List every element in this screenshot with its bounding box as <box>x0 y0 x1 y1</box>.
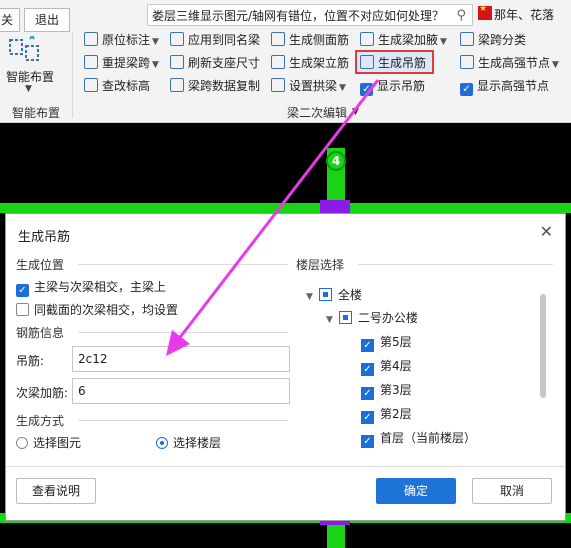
tree-item-building[interactable]: ▼ 二号办公楼 <box>326 309 418 326</box>
checkbox-checked-icon: ✓ <box>361 339 374 352</box>
copy-icon <box>170 78 184 92</box>
show-high-node-checkbox[interactable]: ✓ 显示高强节点 <box>460 76 549 96</box>
radio-select-element[interactable]: 选择图元 <box>16 434 81 451</box>
generate-hanger-dialog: 生成吊筋 ✕ 生成位置 ✓ 主梁与次梁相交，主梁上 同截面的次梁相交，均设置 钢筋… <box>5 213 566 521</box>
tree-item-floor-2[interactable]: ✓ 第2层 <box>361 405 412 424</box>
same-section-checkbox[interactable]: 同截面的次梁相交，均设置 <box>16 301 178 318</box>
span-classify-button[interactable]: 梁跨分类 <box>460 30 526 50</box>
tree-item-floor-4[interactable]: ✓ 第4层 <box>361 357 412 376</box>
side-rebar-icon <box>271 32 285 46</box>
camber-icon <box>271 78 285 92</box>
tree-item-all[interactable]: ▼ 全楼 <box>306 286 362 303</box>
original-annotation-button[interactable]: 原位标注 ▼ <box>84 30 159 50</box>
axis-badge: 4 <box>326 151 346 171</box>
radio-select-floor[interactable]: 选择楼层 <box>156 434 221 451</box>
method-section-label: 生成方式 <box>16 414 65 428</box>
checkbox-checked-icon: ✓ <box>360 83 373 96</box>
checkbox-checked-icon: ✓ <box>16 284 29 297</box>
main-secondary-checkbox[interactable]: ✓ 主梁与次梁相交，主梁上 <box>16 278 166 297</box>
group-divider <box>72 32 73 118</box>
search-icon[interactable]: ⚲ <box>456 5 466 25</box>
help-button[interactable]: 查看说明 <box>16 478 96 504</box>
secondary-rebar-label: 次梁加筋: <box>16 386 69 400</box>
check-elevation-button[interactable]: 查改标高 <box>84 76 150 96</box>
divider <box>358 264 553 265</box>
chevron-down-icon[interactable]: ▼ <box>326 315 333 325</box>
group-label-smart: 智能布置 <box>12 106 61 120</box>
checkbox-unchecked-icon <box>16 303 29 316</box>
divider <box>6 466 565 467</box>
divider <box>78 332 288 333</box>
secondary-rebar-input[interactable]: 6 <box>72 378 290 404</box>
cancel-button[interactable]: 取消 <box>472 478 552 504</box>
username[interactable]: 那年、花落 <box>494 6 554 23</box>
ok-button[interactable]: 确定 <box>376 478 456 504</box>
help-search-input[interactable]: 娄层三维显示图元/轴网有错位，位置不对应如何处理？ ⚲ <box>147 4 473 26</box>
gen-high-node-button[interactable]: 生成高强节点 ▼ <box>460 53 559 73</box>
tree-item-floor-3[interactable]: ✓ 第3层 <box>361 381 412 400</box>
extract-icon <box>84 55 98 69</box>
ribbon: 关 退出 娄层三维显示图元/轴网有错位，位置不对应如何处理？ ⚲ 那年、花落 智能… <box>0 0 571 123</box>
apply-icon <box>170 32 184 46</box>
checkbox-checked-icon: ✓ <box>460 83 473 96</box>
copy-span-data-button[interactable]: 梁跨数据复制 <box>170 76 260 96</box>
checkbox-checked-icon: ✓ <box>361 363 374 376</box>
apply-same-name-button[interactable]: 应用到同名梁 <box>170 30 260 50</box>
flag-avatar-icon <box>478 4 492 20</box>
smart-layout-button[interactable]: 智能布置 <box>0 68 60 85</box>
exit-button[interactable]: 退出 <box>24 8 70 32</box>
erection-icon <box>271 55 285 69</box>
refresh-support-button[interactable]: 刷新支座尺寸 <box>170 53 260 73</box>
search-text: 娄层三维显示图元/轴网有错位，位置不对应如何处理？ <box>152 9 445 23</box>
classify-icon <box>460 32 474 46</box>
gen-haunch-button[interactable]: 生成梁加腋 ▼ <box>360 30 447 50</box>
tree-item-floor-5[interactable]: ✓ 第5层 <box>361 333 412 352</box>
re-extract-span-button[interactable]: 重提梁跨 ▼ <box>84 53 159 73</box>
hanger-label: 吊筋: <box>16 354 45 368</box>
floor-section-label: 楼层选择 <box>296 258 345 272</box>
checkbox-partial-icon <box>338 311 352 324</box>
rebar-section-label: 钢筋信息 <box>16 326 65 340</box>
radio-unselected-icon <box>16 437 28 449</box>
gen-hanger-button[interactable]: 生成吊筋 <box>360 53 426 73</box>
show-hanger-checkbox[interactable]: ✓ 显示吊筋 <box>360 76 425 96</box>
close-icon[interactable]: ✕ <box>540 222 553 241</box>
set-camber-button[interactable]: 设置拱梁 ▼ <box>271 76 346 96</box>
hanger-icon <box>360 55 374 69</box>
group-label-beam-edit: 梁二次编辑 <box>287 106 348 120</box>
chevron-down-icon[interactable]: ▼ <box>25 84 32 94</box>
dialog-title: 生成吊筋 <box>18 230 71 245</box>
tree-item-ground-floor[interactable]: ✓ 首层（当前楼层） <box>361 429 476 448</box>
radio-selected-icon <box>156 437 168 449</box>
chevron-down-icon[interactable]: ▼ <box>306 292 313 302</box>
checkbox-checked-icon: ✓ <box>361 411 374 424</box>
checkbox-checked-icon: ✓ <box>361 435 374 448</box>
annotation-icon <box>84 32 98 46</box>
elevation-icon <box>84 78 98 92</box>
checkbox-partial-icon <box>318 288 332 301</box>
tree-scrollbar[interactable] <box>540 294 546 398</box>
divider <box>78 264 288 265</box>
haunch-icon <box>360 32 374 46</box>
refresh-icon <box>170 55 184 69</box>
divider <box>78 420 288 421</box>
gen-erection-button[interactable]: 生成架立筋 <box>271 53 349 73</box>
high-node-icon <box>460 55 474 69</box>
position-section-label: 生成位置 <box>16 258 65 272</box>
chevron-down-icon[interactable]: ▼ <box>352 107 359 117</box>
hanger-input[interactable]: 2c12 <box>72 346 290 372</box>
gen-side-rebar-button[interactable]: 生成侧面筋 <box>271 30 349 50</box>
beam-line <box>0 203 571 213</box>
checkbox-checked-icon: ✓ <box>361 387 374 400</box>
smart-layout-icon[interactable] <box>8 36 42 64</box>
close-button[interactable]: 关 <box>0 8 20 32</box>
